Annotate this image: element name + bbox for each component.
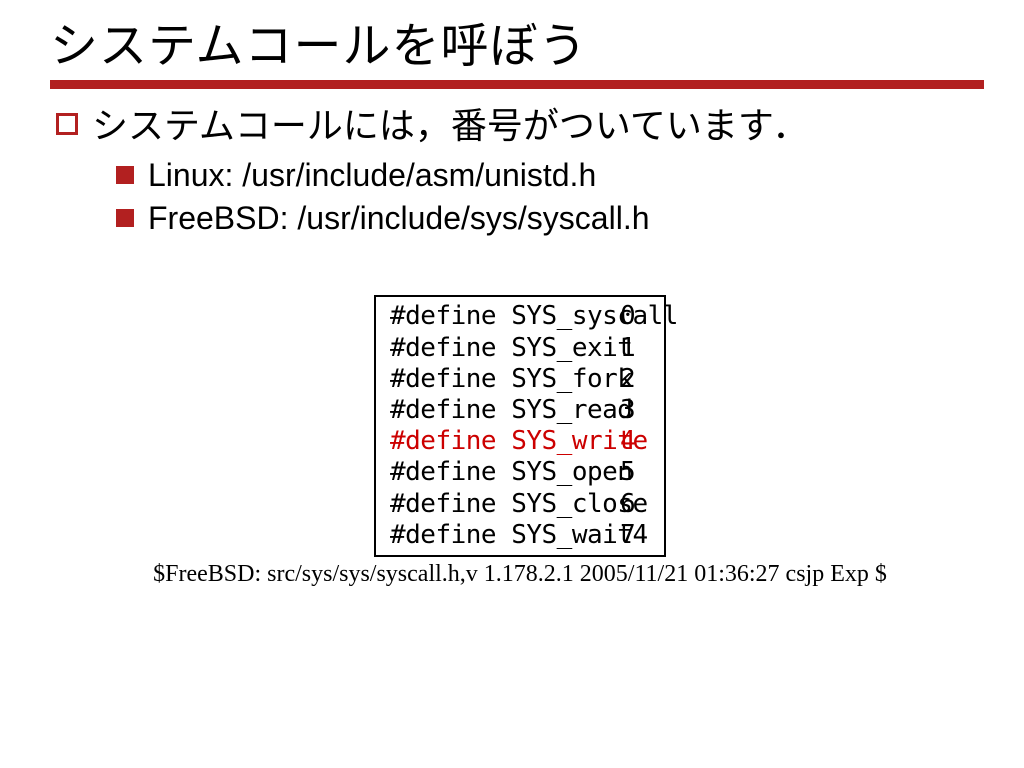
bullet-level2: Linux: /usr/include/asm/unistd.h	[116, 154, 984, 197]
code-define: #define SYS_close	[390, 489, 620, 520]
code-define: #define SYS_fork	[390, 364, 620, 395]
bullet-level2-text: Linux: /usr/include/asm/unistd.h	[148, 154, 596, 197]
bullet-solid-icon	[116, 166, 134, 184]
code-row: #define SYS_write4	[390, 426, 650, 457]
slide-title: システムコールを呼ぼう	[50, 6, 984, 76]
bullet-level2: FreeBSD: /usr/include/sys/syscall.h	[116, 197, 984, 240]
code-define: #define SYS_read	[390, 395, 620, 426]
bullet-outline-icon	[56, 113, 78, 135]
code-row: #define SYS_open5	[390, 457, 650, 488]
code-define: #define SYS_syscall	[390, 301, 620, 332]
code-index: 3	[620, 395, 650, 426]
slide: システムコールを呼ぼう システムコールには，番号がついています． Linux: …	[0, 0, 1024, 768]
title-underline	[50, 80, 984, 89]
code-index: 7	[620, 520, 650, 551]
code-index: 2	[620, 364, 650, 395]
code-define: #define SYS_exit	[390, 333, 620, 364]
bullet-solid-icon	[116, 209, 134, 227]
bullet-level2-list: Linux: /usr/include/asm/unistd.h FreeBSD…	[116, 154, 984, 240]
code-box: #define SYS_syscall0#define SYS_exit1#de…	[374, 295, 666, 557]
code-index: 6	[620, 489, 650, 520]
bullet-level1: システムコールには，番号がついています．	[56, 103, 984, 148]
code-row: #define SYS_read3	[390, 395, 650, 426]
code-index: 1	[620, 333, 650, 364]
code-caption: $FreeBSD: src/sys/sys/syscall.h,v 1.178.…	[153, 561, 887, 588]
code-index: 5	[620, 457, 650, 488]
code-row: #define SYS_fork2	[390, 364, 650, 395]
code-row: #define SYS_syscall0	[390, 301, 650, 332]
code-define: #define SYS_open	[390, 457, 620, 488]
code-define: #define SYS_wait4	[390, 520, 620, 551]
slide-body: システムコールには，番号がついています． Linux: /usr/include…	[50, 103, 984, 588]
code-define: #define SYS_write	[390, 426, 620, 457]
bullet-level2-text: FreeBSD: /usr/include/sys/syscall.h	[148, 197, 650, 240]
code-section: #define SYS_syscall0#define SYS_exit1#de…	[56, 295, 984, 588]
code-row: #define SYS_exit1	[390, 333, 650, 364]
bullet-level1-text: システムコールには，番号がついています．	[92, 103, 808, 148]
code-row: #define SYS_close6	[390, 489, 650, 520]
code-row: #define SYS_wait47	[390, 520, 650, 551]
code-index: 4	[620, 426, 650, 457]
code-index: 0	[620, 301, 650, 332]
